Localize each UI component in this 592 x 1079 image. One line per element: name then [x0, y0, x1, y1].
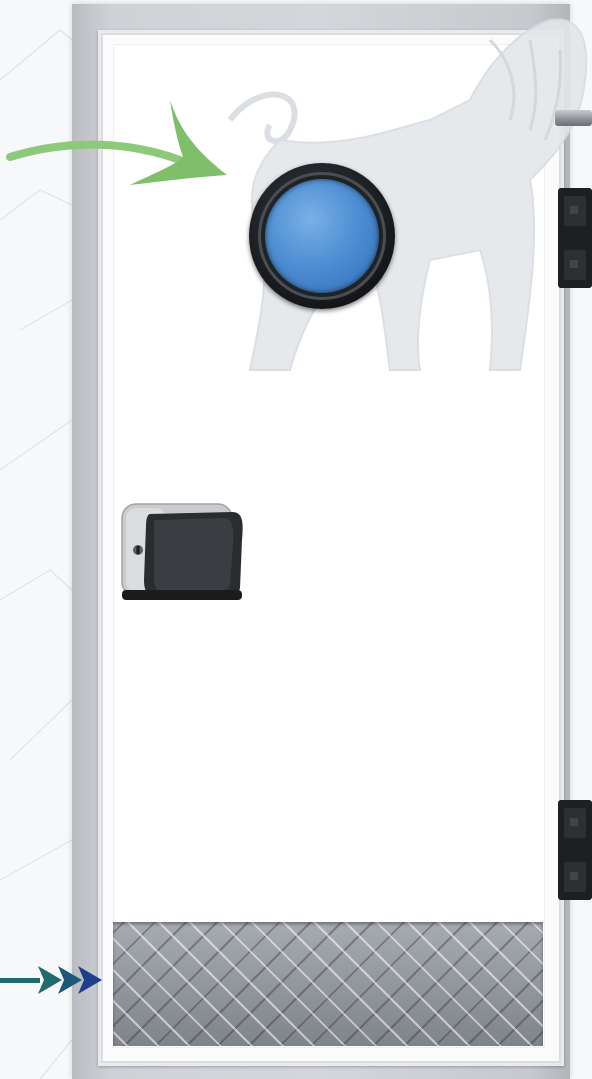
porthole-window	[249, 163, 395, 309]
lion-watermark-icon	[227, 18, 588, 371]
hinge-icon	[558, 800, 592, 900]
closer-rod	[555, 110, 592, 126]
door-handle-icon[interactable]	[120, 500, 248, 605]
pointer-arrow-icon	[6, 100, 227, 185]
kick-plate	[113, 922, 543, 1046]
porthole-glass	[265, 179, 379, 293]
hinge-icon	[558, 188, 592, 288]
pointer-arrow-icon	[0, 966, 102, 994]
